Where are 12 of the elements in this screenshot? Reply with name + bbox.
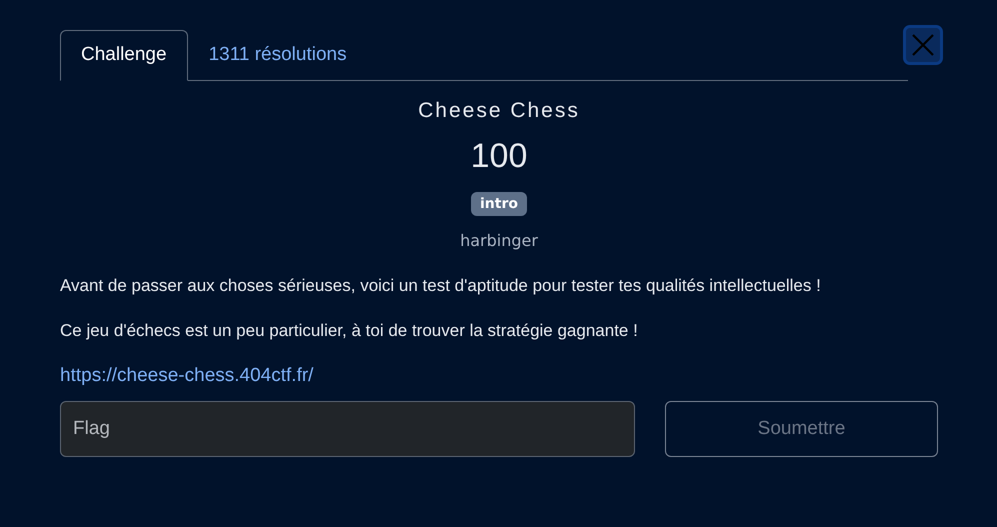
category-badge: intro [471, 192, 527, 216]
description-text: Avant de passer aux choses sérieuses, voici un test d'aptitude pour tester tes qualités intellectuelles ! [60, 276, 821, 296]
flag-input-field[interactable]: Flag [60, 401, 635, 457]
tab[interactable]: 1311 résolutions [188, 30, 368, 81]
author-name: harbinger [460, 231, 538, 250]
tab[interactable]: Challenge [60, 30, 188, 81]
challenge-title: Cheese Chess [418, 99, 580, 123]
close-icon [911, 33, 935, 57]
challenge-link[interactable]: https://cheese-chess.404ctf.fr/ [60, 365, 314, 387]
description-text: Ce jeu d'échecs est un peu particulier, à toi de trouver la stratégie gagnante ! [60, 321, 638, 341]
close-button[interactable] [903, 25, 943, 65]
points-value: 100 [470, 137, 528, 176]
